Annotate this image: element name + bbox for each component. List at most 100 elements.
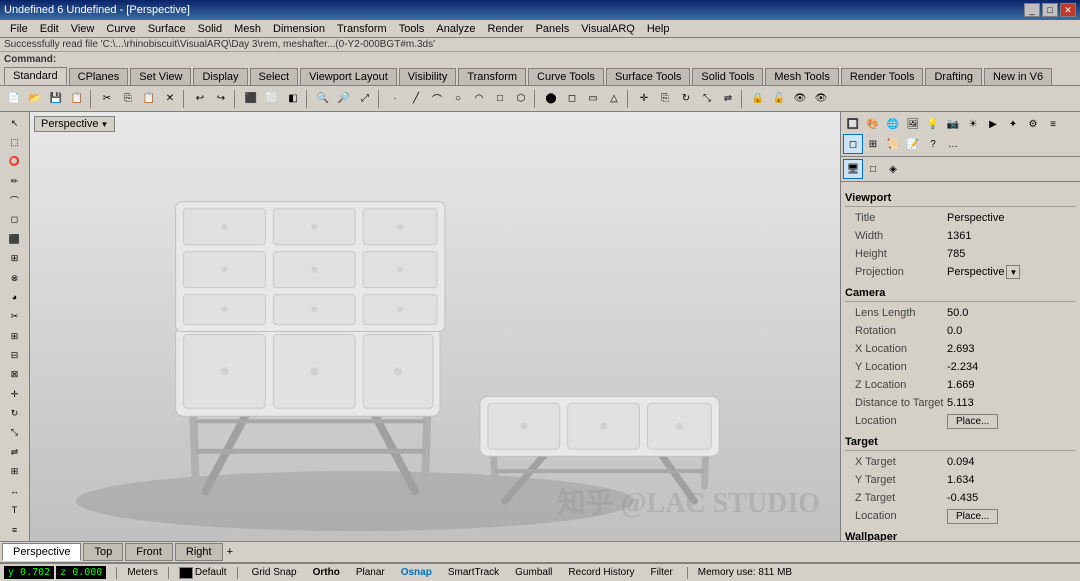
- menu-surface[interactable]: Surface: [142, 20, 192, 37]
- menu-tools[interactable]: Tools: [393, 20, 431, 37]
- tab-visibility[interactable]: Visibility: [399, 68, 457, 85]
- menu-mesh[interactable]: Mesh: [228, 20, 267, 37]
- zoom-out-btn[interactable]: 🔎: [334, 89, 354, 109]
- mirror-btn[interactable]: ⇌: [718, 89, 738, 109]
- ri-sun[interactable]: ☀: [963, 114, 983, 134]
- mirror2-tool[interactable]: ⇌: [3, 443, 27, 461]
- ri-cam[interactable]: 📷: [943, 114, 963, 134]
- ri-notes[interactable]: 📝: [903, 134, 923, 154]
- hatch-tool[interactable]: ≡: [3, 521, 27, 539]
- prop-projection[interactable]: Projection Perspective ▼: [845, 263, 1076, 281]
- paste-btn[interactable]: 📋: [139, 89, 159, 109]
- extrude-tool[interactable]: ⊞: [3, 250, 27, 268]
- copy-btn[interactable]: ⎘: [118, 89, 138, 109]
- hide-btn[interactable]: 👁: [790, 89, 810, 109]
- vp-tab-right[interactable]: Right: [175, 543, 223, 561]
- ri2-obj[interactable]: □: [863, 159, 883, 179]
- tab-transform[interactable]: Transform: [458, 68, 526, 85]
- arc-btn[interactable]: ◠: [469, 89, 489, 109]
- tab-viewport-layout[interactable]: Viewport Layout: [300, 68, 397, 85]
- ri-set[interactable]: ⚙: [1023, 114, 1043, 134]
- box-btn[interactable]: ◻: [562, 89, 582, 109]
- deselect-btn[interactable]: ⬜: [262, 89, 282, 109]
- minimize-button[interactable]: _: [1024, 3, 1040, 17]
- tab-drafting[interactable]: Drafting: [925, 68, 982, 85]
- menu-transform[interactable]: Transform: [331, 20, 393, 37]
- ri-light[interactable]: 💡: [923, 114, 943, 134]
- cone-btn[interactable]: △: [604, 89, 624, 109]
- join-tool[interactable]: ⊟: [3, 346, 27, 364]
- vp-tab-perspective[interactable]: Perspective: [2, 543, 81, 561]
- ri-lay[interactable]: ≡: [1043, 114, 1063, 134]
- invert-sel-btn[interactable]: ◧: [283, 89, 303, 109]
- zoom-in-btn[interactable]: 🔍: [313, 89, 333, 109]
- bool-tool[interactable]: ⊗: [3, 269, 27, 287]
- dim-tool[interactable]: ↔: [3, 482, 27, 500]
- ortho-btn[interactable]: Ortho: [309, 566, 344, 579]
- tab-render-tools[interactable]: Render Tools: [841, 68, 924, 85]
- undo-btn[interactable]: ↩: [190, 89, 210, 109]
- camera-place-button[interactable]: Place...: [947, 414, 998, 429]
- move2-tool[interactable]: ✛: [3, 385, 27, 403]
- text-tool[interactable]: T: [3, 501, 27, 519]
- ri-pp[interactable]: ✦: [1003, 114, 1023, 134]
- circle-btn[interactable]: ○: [448, 89, 468, 109]
- viewport[interactable]: Perspective ▼: [30, 112, 840, 541]
- tab-standard[interactable]: Standard: [4, 67, 67, 85]
- menu-help[interactable]: Help: [641, 20, 676, 37]
- ri-mat[interactable]: 🎨: [863, 114, 883, 134]
- cyl-btn[interactable]: ▭: [583, 89, 603, 109]
- point-btn[interactable]: ·: [385, 89, 405, 109]
- menu-analyze[interactable]: Analyze: [430, 20, 481, 37]
- polyline-btn[interactable]: ⌒: [427, 89, 447, 109]
- rotate-btn[interactable]: ↻: [676, 89, 696, 109]
- ri2-vp[interactable]: 🖥: [843, 159, 863, 179]
- gumball-btn[interactable]: Gumball: [511, 566, 556, 579]
- menu-visualarq[interactable]: VisualARQ: [575, 20, 641, 37]
- save-btn[interactable]: 💾: [46, 89, 66, 109]
- lock-btn[interactable]: 🔒: [748, 89, 768, 109]
- fillet-tool[interactable]: ◕: [3, 288, 27, 306]
- delete-btn[interactable]: ✕: [160, 89, 180, 109]
- ri2-mat2[interactable]: ◈: [883, 159, 903, 179]
- solid-tool[interactable]: ⬛: [3, 230, 27, 248]
- close-button[interactable]: ✕: [1060, 3, 1076, 17]
- filter-btn[interactable]: Filter: [647, 566, 677, 579]
- explode-tool[interactable]: ⊠: [3, 366, 27, 384]
- smarttrack-btn[interactable]: SmartTrack: [444, 566, 503, 579]
- menu-view[interactable]: View: [65, 20, 101, 37]
- tab-surface-tools[interactable]: Surface Tools: [606, 68, 690, 85]
- grid-snap-btn[interactable]: Grid Snap: [248, 566, 301, 579]
- copy2-btn[interactable]: ⎘: [655, 89, 675, 109]
- menu-file[interactable]: File: [4, 20, 34, 37]
- menu-panels[interactable]: Panels: [530, 20, 576, 37]
- tab-curve-tools[interactable]: Curve Tools: [528, 68, 604, 85]
- menu-render[interactable]: Render: [482, 20, 530, 37]
- ri-obj[interactable]: 🔲: [843, 114, 863, 134]
- split-tool[interactable]: ⊞: [3, 327, 27, 345]
- vp-tab-add[interactable]: +: [223, 544, 237, 560]
- planar-btn[interactable]: Planar: [352, 566, 389, 579]
- ri-help[interactable]: ?: [923, 134, 943, 154]
- array-tool[interactable]: ⊞: [3, 462, 27, 480]
- maximize-button[interactable]: □: [1042, 3, 1058, 17]
- scale-btn[interactable]: ⤡: [697, 89, 717, 109]
- move-btn[interactable]: ✛: [634, 89, 654, 109]
- ri-scr[interactable]: 📜: [883, 134, 903, 154]
- menu-solid[interactable]: Solid: [192, 20, 228, 37]
- tab-solid-tools[interactable]: Solid Tools: [692, 68, 763, 85]
- record-history-btn[interactable]: Record History: [564, 566, 638, 579]
- tab-set-view[interactable]: Set View: [130, 68, 191, 85]
- target-place-button[interactable]: Place...: [947, 509, 998, 524]
- show-btn[interactable]: 👁: [811, 89, 831, 109]
- zoom-ext-btn[interactable]: ⤢: [355, 89, 375, 109]
- ri-block[interactable]: ⊞: [863, 134, 883, 154]
- tab-display[interactable]: Display: [193, 68, 247, 85]
- select-tool[interactable]: ↖: [3, 114, 27, 132]
- line-btn[interactable]: ╱: [406, 89, 426, 109]
- ri-prop[interactable]: ◻: [843, 134, 863, 154]
- rotate2-tool[interactable]: ↻: [3, 404, 27, 422]
- ri-anim[interactable]: ▶: [983, 114, 1003, 134]
- select-all-btn[interactable]: ⬛: [241, 89, 261, 109]
- vp-tab-front[interactable]: Front: [125, 543, 173, 561]
